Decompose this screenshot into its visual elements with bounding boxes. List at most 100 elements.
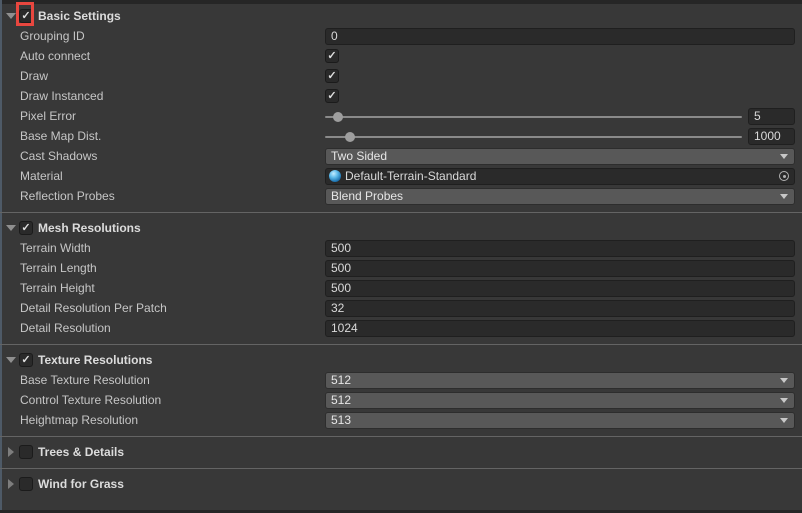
trees-details-checkbox[interactable] (19, 445, 33, 459)
section-header-trees-details[interactable]: Trees & Details (2, 442, 802, 462)
field-value-area: 1024 (325, 320, 795, 337)
field-value-area: 0 (325, 28, 795, 45)
foldout-toggle[interactable] (2, 225, 19, 231)
field-label: Grouping ID (2, 29, 325, 43)
dropdown-value: 512 (331, 373, 351, 388)
field-value-area: 512 (325, 372, 795, 389)
section-title: Trees & Details (38, 445, 124, 459)
terrain-length-input[interactable]: 500 (325, 260, 795, 277)
pixel-error-slider[interactable] (325, 108, 742, 125)
mesh-resolutions-checkbox[interactable]: ✓ (19, 221, 33, 235)
row-base-map-dist: Base Map Dist.1000 (2, 126, 802, 146)
section-header-wind-for-grass[interactable]: Wind for Grass (2, 474, 802, 494)
row-reflection-probes: Reflection Probes Blend Probes (2, 186, 802, 206)
foldout-toggle[interactable] (2, 447, 19, 457)
heightmap-resolution-dropdown[interactable]: 513 (325, 412, 795, 429)
slider-thumb[interactable] (345, 132, 355, 142)
triangle-down-icon (6, 357, 16, 363)
section-header-texture-resolutions[interactable]: ✓ Texture Resolutions (2, 350, 802, 370)
field-label: Pixel Error (2, 109, 325, 123)
grouping-id-input[interactable]: 0 (325, 28, 795, 45)
chevron-down-icon (780, 378, 788, 383)
field-label: Control Texture Resolution (2, 393, 325, 407)
foldout-toggle[interactable] (2, 479, 19, 489)
field-label: Detail Resolution (2, 321, 325, 335)
section-divider (0, 344, 802, 345)
cast-shadows-dropdown[interactable]: Two Sided (325, 148, 795, 165)
section-divider (0, 212, 802, 213)
object-field-value: Default-Terrain-Standard (345, 169, 476, 183)
dropdown-value: Blend Probes (331, 189, 403, 204)
row-detail-resolution: Detail Resolution1024 (2, 318, 802, 338)
field-label: Terrain Length (2, 261, 325, 275)
foldout-toggle[interactable] (2, 357, 19, 363)
pixel-error-input[interactable]: 5 (748, 108, 795, 125)
control-texture-resolution-dropdown[interactable]: 512 (325, 392, 795, 409)
material-object-field[interactable]: Default-Terrain-Standard (325, 168, 795, 185)
field-value-area: Default-Terrain-Standard (325, 168, 795, 185)
basic-settings-checkbox[interactable]: ✓ (19, 9, 33, 23)
field-label: Terrain Width (2, 241, 325, 255)
unity-inspector: { "colors": { "panel_bg": "#383838", "fi… (0, 0, 802, 513)
detail-resolution-per-patch-input[interactable]: 32 (325, 300, 795, 317)
draw-checkbox[interactable]: ✓ (325, 69, 339, 83)
field-value-area: Blend Probes (325, 188, 795, 205)
field-value-area: Two Sided (325, 148, 795, 165)
object-picker-icon[interactable] (779, 171, 789, 181)
row-material: Material Default-Terrain-Standard (2, 166, 802, 186)
draw-instanced-checkbox[interactable]: ✓ (325, 89, 339, 103)
row-pixel-error: Pixel Error 5 (2, 106, 802, 126)
terrain-width-input[interactable]: 500 (325, 240, 795, 257)
field-label: Draw (2, 69, 325, 83)
row-auto-connect: Auto connect✓ (2, 46, 802, 66)
wind-for-grass-checkbox[interactable] (19, 477, 33, 491)
chevron-down-icon (780, 154, 788, 159)
row-cast-shadows: Cast ShadowsTwo Sided (2, 146, 802, 166)
section-title: Mesh Resolutions (38, 221, 141, 235)
checkmark-icon: ✓ (327, 91, 336, 102)
field-value-area: ✓ (325, 48, 795, 65)
base-map-dist-slider[interactable] (325, 128, 742, 145)
field-label: Material (2, 169, 325, 183)
section-title: Texture Resolutions (38, 353, 152, 367)
section-title: Wind for Grass (38, 477, 124, 491)
field-label: Heightmap Resolution (2, 413, 325, 427)
field-value-area: 512 (325, 392, 795, 409)
section-divider (0, 436, 802, 437)
row-grouping-id: Grouping ID0 (2, 26, 802, 46)
row-draw: Draw✓ (2, 66, 802, 86)
field-label: Detail Resolution Per Patch (2, 301, 325, 315)
terrain-height-input[interactable]: 500 (325, 280, 795, 297)
reflection-probes-dropdown[interactable]: Blend Probes (325, 188, 795, 205)
texture-resolutions-checkbox[interactable]: ✓ (19, 353, 33, 367)
row-control-texture-resolution: Control Texture Resolution512 (2, 390, 802, 410)
material-sphere-icon (329, 170, 341, 182)
triangle-right-icon (8, 479, 14, 489)
section-header-mesh-resolutions[interactable]: ✓ Mesh Resolutions (2, 218, 802, 238)
dropdown-value: Two Sided (331, 149, 387, 164)
row-terrain-height: Terrain Height500 (2, 278, 802, 298)
triangle-down-icon (6, 13, 16, 19)
foldout-toggle[interactable] (2, 13, 19, 19)
field-label: Reflection Probes (2, 189, 325, 203)
field-value-area: 32 (325, 300, 795, 317)
field-value-area: 5 (325, 108, 795, 125)
section-header-basic-settings[interactable]: ✓Basic Settings (2, 6, 802, 26)
field-label: Terrain Height (2, 281, 325, 295)
section-divider (0, 468, 802, 469)
inspector-sections: ✓Basic SettingsGrouping ID0Auto connect✓… (2, 4, 802, 494)
base-texture-resolution-dropdown[interactable]: 512 (325, 372, 795, 389)
triangle-right-icon (8, 447, 14, 457)
row-terrain-width: Terrain Width500 (2, 238, 802, 258)
field-label: Draw Instanced (2, 89, 325, 103)
detail-resolution-input[interactable]: 1024 (325, 320, 795, 337)
base-map-dist-input[interactable]: 1000 (748, 128, 795, 145)
field-label: Auto connect (2, 49, 325, 63)
field-value-area: 500 (325, 280, 795, 297)
slider-thumb[interactable] (333, 112, 343, 122)
field-value-area: 1000 (325, 128, 795, 145)
field-value-area: 500 (325, 260, 795, 277)
field-value-area: ✓ (325, 68, 795, 85)
row-base-texture-resolution: Base Texture Resolution512 (2, 370, 802, 390)
auto-connect-checkbox[interactable]: ✓ (325, 49, 339, 63)
